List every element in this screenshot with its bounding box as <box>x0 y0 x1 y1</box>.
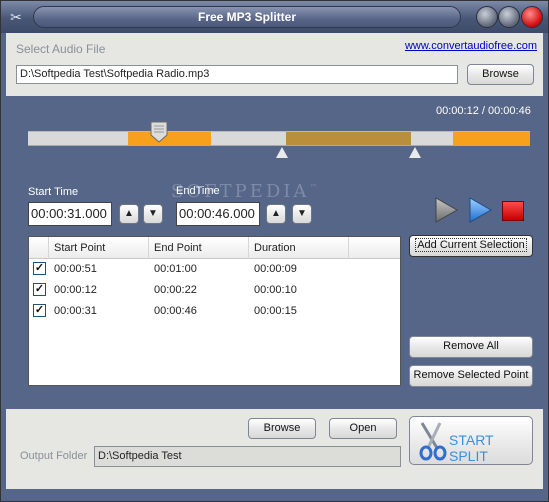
play-selection-icon[interactable] <box>433 197 459 223</box>
row-duration: 00:00:10 <box>254 284 297 296</box>
row-checkbox[interactable]: ✓ <box>33 304 46 317</box>
checkbox-column-header <box>29 237 49 259</box>
start-time-label: Start Time <box>28 186 79 198</box>
browse-audio-button[interactable]: Browse <box>467 64 534 85</box>
add-current-selection-button[interactable]: Add Current Selection <box>409 235 533 257</box>
row-start: 00:00:12 <box>54 284 97 296</box>
audio-file-path-field[interactable]: D:\Softpedia Test\Softpedia Radio.mp3 <box>16 65 458 84</box>
row-start: 00:00:51 <box>54 263 97 275</box>
list-row[interactable]: ✓ 00:00:51 00:01:00 00:00:09 <box>29 259 400 280</box>
window-title: Free MP3 Splitter <box>33 6 461 28</box>
split-points-list[interactable]: Start Point End Point Duration ✓ 00:00:5… <box>28 236 401 386</box>
list-header: Start Point End Point Duration <box>29 237 400 259</box>
output-folder-field[interactable]: D:\Softpedia Test <box>94 446 401 467</box>
stop-icon[interactable] <box>502 201 524 221</box>
time-readout: 00:00:12 / 00:00:46 <box>436 105 531 117</box>
open-folder-button[interactable]: Open <box>329 418 397 439</box>
start-split-button[interactable]: START SPLIT <box>409 416 533 465</box>
end-time-down-button[interactable]: ▼ <box>292 204 312 224</box>
selection-start-marker[interactable] <box>276 147 288 158</box>
website-link[interactable]: www.convertaudiofree.com <box>405 40 537 52</box>
split-segment <box>128 132 211 145</box>
remove-selected-point-button[interactable]: Remove Selected Point <box>409 365 533 387</box>
close-button[interactable] <box>521 6 543 28</box>
row-start: 00:00:31 <box>54 305 97 317</box>
row-end: 00:01:00 <box>154 263 197 275</box>
end-time-label: EndTime <box>176 185 220 197</box>
list-row[interactable]: ✓ 00:00:31 00:00:46 00:00:15 <box>29 301 400 322</box>
end-point-column-header[interactable]: End Point <box>149 237 249 259</box>
list-row[interactable]: ✓ 00:00:12 00:00:22 00:00:10 <box>29 280 400 301</box>
current-selection-segment <box>286 132 411 145</box>
output-panel: Browse Open Output Folder D:\Softpedia T… <box>6 409 543 489</box>
row-duration: 00:00:15 <box>254 305 297 317</box>
start-time-field[interactable]: 00:00:31.000 <box>28 202 112 226</box>
watermark-mark: ™ <box>309 183 321 192</box>
row-checkbox[interactable]: ✓ <box>33 283 46 296</box>
end-time-up-button[interactable]: ▲ <box>266 204 286 224</box>
row-checkbox[interactable]: ✓ <box>33 262 46 275</box>
start-time-down-button[interactable]: ▼ <box>143 204 163 224</box>
start-point-column-header[interactable]: Start Point <box>49 237 149 259</box>
start-split-label: START SPLIT <box>449 432 494 464</box>
source-panel: Select Audio File www.convertaudiofree.c… <box>6 33 543 96</box>
row-duration: 00:00:09 <box>254 263 297 275</box>
add-current-selection-label: Add Current Selection <box>415 238 527 252</box>
scissors-app-icon: ✂ <box>10 9 22 25</box>
remove-all-button[interactable]: Remove All <box>409 336 533 358</box>
split-segment <box>453 132 530 145</box>
browse-output-button[interactable]: Browse <box>248 418 316 439</box>
timeline-track[interactable] <box>28 131 530 146</box>
maximize-button[interactable] <box>498 6 520 28</box>
title-bar[interactable]: ✂ Free MP3 Splitter <box>1 1 548 33</box>
end-time-field[interactable]: 00:00:46.000 <box>176 202 260 226</box>
app-window: ✂ Free MP3 Splitter Select Audio File ww… <box>0 0 549 502</box>
select-audio-label: Select Audio File <box>16 42 106 56</box>
row-end: 00:00:22 <box>154 284 197 296</box>
playhead-thumb[interactable] <box>150 121 168 143</box>
output-folder-label: Output Folder <box>20 450 88 462</box>
start-time-up-button[interactable]: ▲ <box>119 204 139 224</box>
selection-end-marker[interactable] <box>409 147 421 158</box>
scissors-icon <box>419 422 447 461</box>
row-end: 00:00:46 <box>154 305 197 317</box>
minimize-button[interactable] <box>476 6 498 28</box>
duration-column-header[interactable]: Duration <box>249 237 349 259</box>
play-icon[interactable] <box>467 197 493 223</box>
